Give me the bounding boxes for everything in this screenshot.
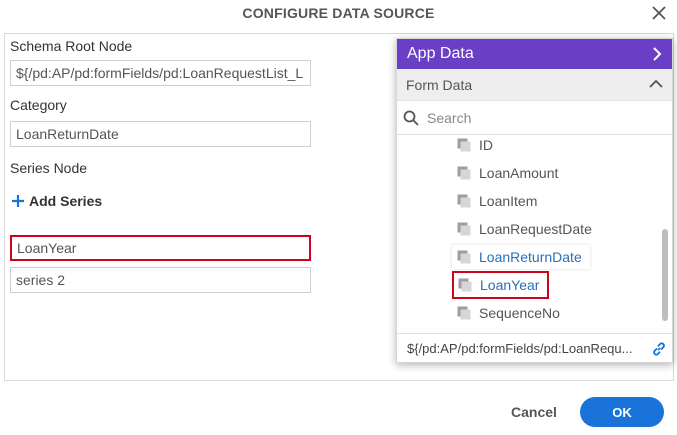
form-data-section[interactable]: Form Data <box>397 69 672 101</box>
list-item-loanrequestdate[interactable]: LoanRequestDate <box>452 217 600 241</box>
plus-icon <box>12 195 24 207</box>
link-icon[interactable] <box>651 341 667 357</box>
list-item-label: SequenceNo <box>479 305 560 321</box>
category-input[interactable]: LoanReturnDate <box>10 121 311 147</box>
list-item-label: LoanRequestDate <box>479 221 592 237</box>
search-icon <box>403 110 419 126</box>
list-item-label: LoanAmount <box>479 165 559 181</box>
series-node-label: Series Node <box>10 160 88 176</box>
field-icon <box>457 166 471 180</box>
field-icon <box>457 250 471 264</box>
cancel-button[interactable]: Cancel <box>500 398 568 426</box>
picker-search <box>397 101 672 135</box>
list-item-label: LoanReturnDate <box>479 249 582 265</box>
schema-root-input[interactable]: ${/pd:AP/pd:formFields/pd:LoanRequestLis… <box>10 60 311 86</box>
dialog-title-bar: CONFIGURE DATA SOURCE <box>0 0 677 26</box>
schema-root-label: Schema Root Node <box>10 38 133 54</box>
app-data-title: App Data <box>407 45 474 62</box>
data-picker-dropdown: App Data Form Data ID LoanAmount LoanIte… <box>396 38 673 363</box>
list-item-label: LoanItem <box>479 193 538 209</box>
field-icon <box>457 306 471 320</box>
list-item-label: ID <box>479 137 493 153</box>
close-icon <box>652 6 666 20</box>
field-list: ID LoanAmount LoanItem LoanRequestDate L… <box>397 135 672 333</box>
series-input-2[interactable]: series 2 <box>10 267 311 293</box>
close-button[interactable] <box>649 3 669 23</box>
list-item-loanreturndate[interactable]: LoanReturnDate <box>452 245 590 269</box>
app-data-header[interactable]: App Data <box>397 39 672 69</box>
add-series-label: Add Series <box>29 193 103 209</box>
list-item-loanamount[interactable]: LoanAmount <box>452 161 566 185</box>
category-label: Category <box>10 97 67 113</box>
picker-footer: ${/pd:AP/pd:formFields/pd:LoanRequ... <box>397 333 672 363</box>
field-icon <box>457 194 471 208</box>
list-scrollbar[interactable] <box>662 229 668 321</box>
field-icon <box>458 278 472 292</box>
ok-button[interactable]: OK <box>580 397 664 427</box>
list-item-id[interactable]: ID <box>452 135 501 157</box>
chevron-right-icon <box>653 47 662 61</box>
selected-path: ${/pd:AP/pd:formFields/pd:LoanRequ... <box>407 341 633 356</box>
add-series-button[interactable]: Add Series <box>11 193 102 209</box>
list-item-loanyear[interactable]: LoanYear <box>452 271 550 299</box>
list-item-label: LoanYear <box>480 277 540 293</box>
field-icon <box>457 138 471 152</box>
list-item-sequenceno[interactable]: SequenceNo <box>452 301 568 325</box>
dialog-title: CONFIGURE DATA SOURCE <box>242 5 435 21</box>
form-data-title: Form Data <box>406 76 473 93</box>
list-item-loanitem[interactable]: LoanItem <box>452 189 545 213</box>
series-input-1[interactable]: LoanYear <box>10 235 311 261</box>
chevron-up-icon <box>649 79 663 88</box>
field-icon <box>457 222 471 236</box>
search-input[interactable] <box>427 109 647 126</box>
